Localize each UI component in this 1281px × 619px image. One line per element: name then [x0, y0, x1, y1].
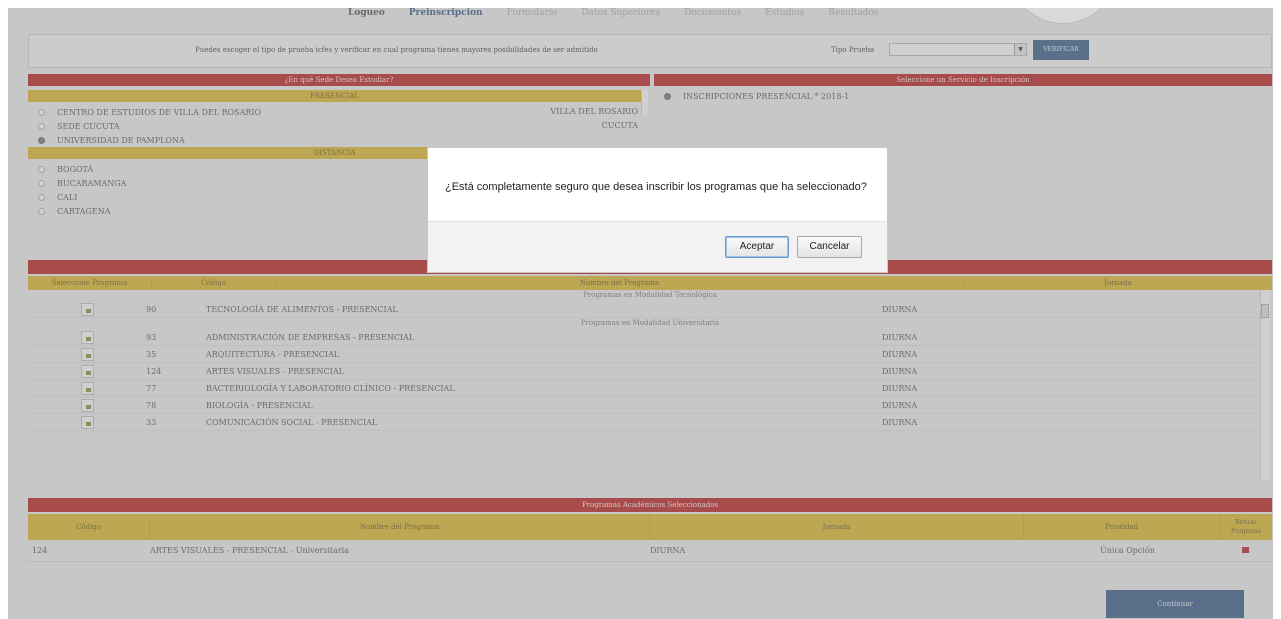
confirm-dialog: ¿Está completamente seguro que desea ins… — [427, 147, 888, 273]
dialog-button-bar: Aceptar Cancelar — [428, 221, 887, 272]
modal-overlay — [8, 8, 1273, 619]
accept-button[interactable]: Aceptar — [725, 236, 789, 258]
page-frame: Logueo Preinscripcion Formulario Datos S… — [8, 8, 1273, 619]
dialog-message: ¿Está completamente seguro que desea ins… — [445, 181, 867, 193]
cancel-button[interactable]: Cancelar — [797, 236, 862, 258]
